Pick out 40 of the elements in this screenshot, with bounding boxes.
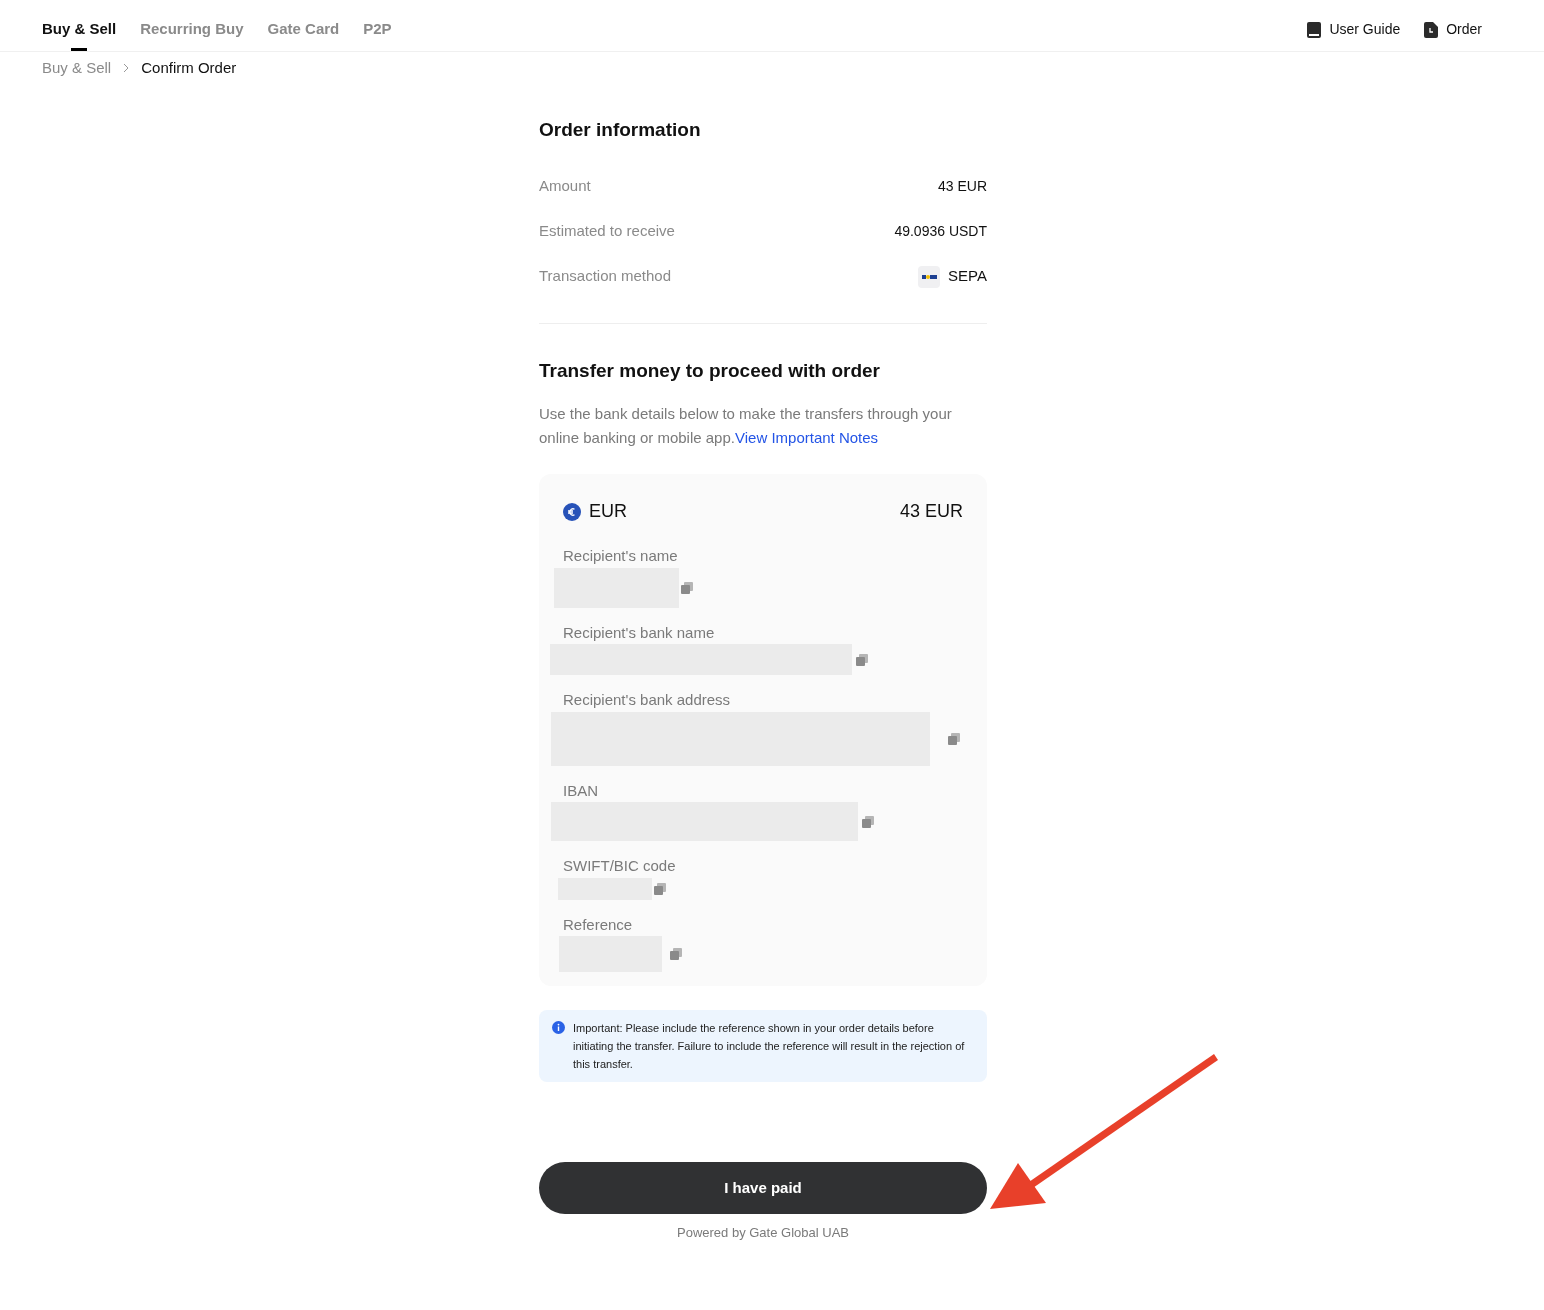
document-icon bbox=[1424, 21, 1439, 38]
notice-text: Important: Please include the reference shown in your order details before initiating the transfer. Failure to include the reference will result in the rejection of this transfer. bbox=[573, 1021, 966, 1072]
copy-icon[interactable] bbox=[948, 732, 960, 745]
field-label: Reference bbox=[563, 914, 634, 935]
copy-icon[interactable] bbox=[856, 653, 868, 666]
copy-icon[interactable] bbox=[654, 882, 666, 895]
info-label: Transaction method bbox=[539, 266, 671, 287]
breadcrumb-link[interactable]: Buy & Sell bbox=[42, 56, 112, 80]
field-label: IBAN bbox=[563, 780, 599, 801]
important-notes-link[interactable]: View Important Notes bbox=[734, 429, 879, 446]
instruction-text: Use the bank details below to make the transfers through your online banking or mobile app.View Important Notes bbox=[539, 404, 953, 448]
i-have-paid-button[interactable]: I have paid bbox=[539, 1162, 987, 1214]
info-value: 49.0936 USDT bbox=[894, 222, 987, 241]
nav-tab[interactable]: Buy & Sell bbox=[42, 0, 117, 51]
copy-icon[interactable] bbox=[681, 581, 693, 594]
section-title: Transfer money to proceed with order bbox=[539, 358, 882, 383]
info-value: SEPA bbox=[948, 266, 987, 287]
breadcrumb-current: Confirm Order bbox=[141, 57, 237, 78]
nav-link[interactable]: Order bbox=[1424, 19, 1482, 40]
field-label: Recipient's name bbox=[563, 546, 679, 566]
copy-icon[interactable] bbox=[862, 815, 874, 828]
nav-link[interactable]: User Guide bbox=[1307, 19, 1401, 40]
book-icon bbox=[1307, 21, 1322, 38]
currency-amount: 43 EUR bbox=[899, 500, 963, 523]
copy-icon[interactable] bbox=[670, 948, 682, 960]
section-title: Order information bbox=[539, 118, 702, 142]
field-label: SWIFT/BIC code bbox=[563, 856, 677, 876]
info-value: 43 EUR bbox=[937, 177, 987, 196]
nav-tab[interactable]: Recurring Buy bbox=[140, 0, 244, 51]
nav-tab[interactable]: P2P bbox=[363, 0, 392, 51]
field-label: Recipient's bank name bbox=[563, 622, 716, 643]
info-label: Estimated to receive bbox=[539, 221, 675, 242]
nav-tab[interactable]: Gate Card bbox=[267, 0, 340, 51]
info-icon bbox=[552, 1021, 565, 1034]
powered-by-text: Powered by Gate Global UAB bbox=[676, 1224, 850, 1242]
euro-coin-icon bbox=[563, 502, 581, 521]
info-label: Amount bbox=[539, 176, 591, 197]
field-label: Recipient's bank address bbox=[563, 690, 732, 710]
chevron-right-icon bbox=[123, 63, 130, 73]
currency-name: EUR bbox=[589, 500, 627, 523]
